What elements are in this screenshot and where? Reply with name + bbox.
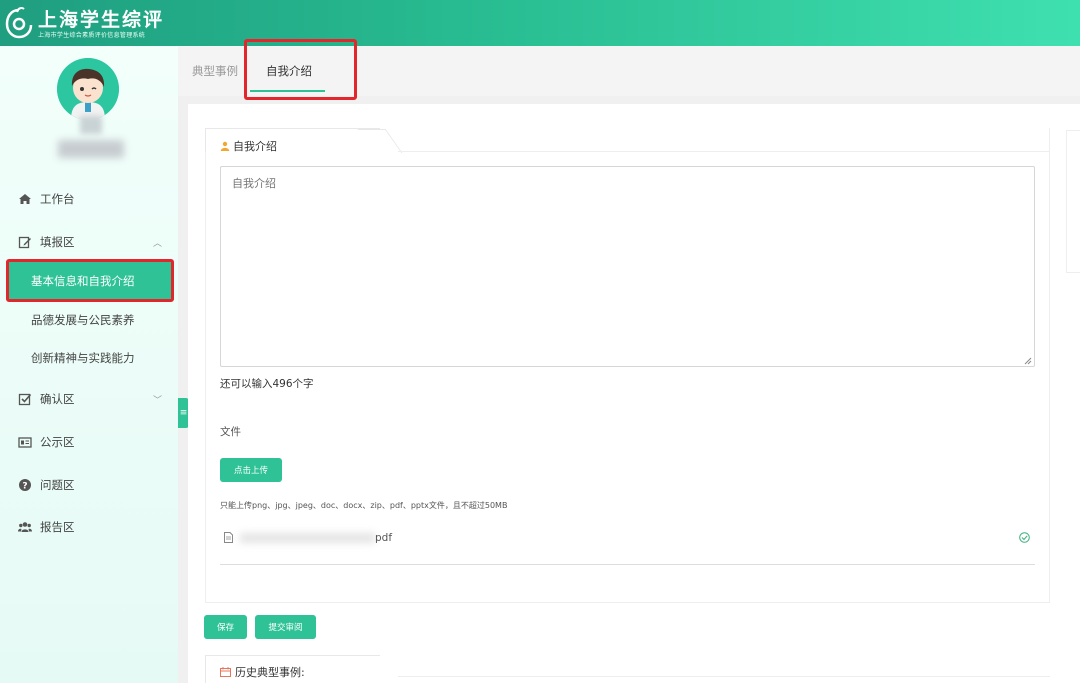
file-list-divider bbox=[220, 564, 1035, 565]
chevron-up-icon: ︿ bbox=[152, 239, 162, 249]
nav-report-area[interactable]: 报告区 bbox=[0, 507, 178, 547]
nav-report-area-label: 报告区 bbox=[40, 520, 75, 534]
resize-grip-icon[interactable] bbox=[1024, 357, 1032, 365]
nav-workbench-label: 工作台 bbox=[40, 192, 75, 206]
main-content: 自我介绍 还可以输入496个字 文件 点击上传 只能上传png、jpg、jpeg… bbox=[188, 104, 1080, 683]
nav-moral-development[interactable]: 品德发展与公民素养 bbox=[0, 301, 178, 339]
cartoon-avatar-icon bbox=[57, 58, 119, 120]
home-icon bbox=[19, 194, 31, 204]
upload-button[interactable]: 点击上传 bbox=[220, 458, 282, 482]
file-name-blurred bbox=[240, 533, 375, 543]
success-check-icon bbox=[1019, 532, 1030, 543]
highlight-box-tab bbox=[244, 39, 357, 100]
nav-question-area-label: 问题区 bbox=[40, 478, 75, 492]
nav-confirm-area-label: 确认区 bbox=[40, 392, 75, 406]
tab-bar: 典型事例 自我介绍 bbox=[178, 39, 1080, 100]
app-header: 上海学生综评 上海市学生综合素质评价信息管理系统 bbox=[0, 0, 1080, 46]
sidebar: 工作台 填报区 ︿ 基本信息和自我介绍 品德发展与公民素养 创新精神与实践能力 … bbox=[0, 46, 178, 683]
svg-text:?: ? bbox=[22, 482, 27, 492]
history-title-text: 历史典型事例: bbox=[235, 666, 305, 679]
logo-icon bbox=[5, 7, 33, 39]
nav-fill-area[interactable]: 填报区 ︿ bbox=[0, 222, 178, 262]
id-card-icon bbox=[18, 437, 32, 448]
checkbox-icon bbox=[18, 393, 32, 406]
user-icon bbox=[220, 141, 230, 151]
nav-moral-development-label: 品德发展与公民素养 bbox=[31, 313, 135, 327]
right-panel-edge bbox=[1066, 130, 1080, 273]
file-name-suffix: pdf bbox=[375, 532, 393, 544]
history-divider bbox=[398, 676, 1050, 677]
app-subtitle: 上海市学生综合素质评价信息管理系统 bbox=[38, 32, 146, 39]
history-section-title: 历史典型事例: bbox=[220, 664, 305, 680]
question-icon: ? bbox=[19, 479, 31, 492]
save-button[interactable]: 保存 bbox=[204, 615, 247, 639]
char-count: 还可以输入496个字 bbox=[220, 378, 314, 390]
nav-workbench[interactable]: 工作台 bbox=[0, 179, 178, 219]
panel-divider bbox=[398, 151, 1050, 152]
edit-icon bbox=[18, 236, 31, 249]
document-icon bbox=[224, 532, 233, 543]
group-icon bbox=[18, 522, 32, 532]
calendar-icon bbox=[220, 667, 231, 677]
nav-fill-area-label: 填报区 bbox=[40, 235, 75, 249]
self-intro-textarea[interactable] bbox=[220, 166, 1035, 367]
app-title: 上海学生综评 bbox=[38, 9, 165, 31]
avatar bbox=[57, 58, 119, 120]
menu-icon: ≡ bbox=[179, 408, 188, 418]
student-name-blurred bbox=[58, 112, 124, 162]
submit-review-button[interactable]: 提交审阅 bbox=[255, 615, 316, 639]
file-label: 文件 bbox=[220, 426, 241, 438]
nav-innovation[interactable]: 创新精神与实践能力 bbox=[0, 339, 178, 377]
upload-hint: 只能上传png、jpg、jpeg、doc、docx、zip、pdf、pptx文件… bbox=[220, 501, 508, 510]
tab-typical-cases[interactable]: 典型事例 bbox=[192, 63, 238, 79]
intro-section-title: 自我介绍 bbox=[220, 138, 277, 154]
chevron-down-icon: ﹀ bbox=[152, 396, 162, 406]
nav-public-area-label: 公示区 bbox=[40, 435, 75, 449]
highlight-box-sidebar bbox=[6, 259, 174, 302]
uploaded-file-row[interactable]: pdf bbox=[220, 529, 1035, 549]
nav-question-area[interactable]: ? 问题区 bbox=[0, 465, 178, 505]
intro-section-title-text: 自我介绍 bbox=[233, 140, 277, 153]
nav-confirm-area[interactable]: 确认区 ﹀ bbox=[0, 379, 178, 419]
nav-public-area[interactable]: 公示区 bbox=[0, 422, 178, 462]
nav-innovation-label: 创新精神与实践能力 bbox=[31, 351, 135, 365]
